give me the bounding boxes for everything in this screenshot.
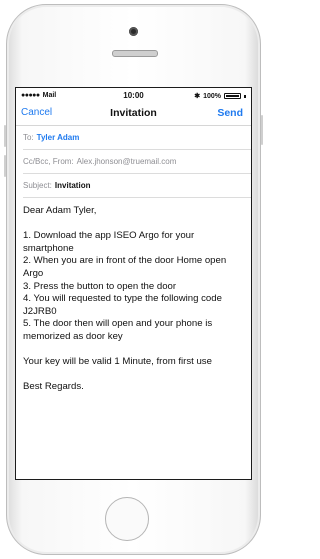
subject-field[interactable]: Subject: Invitation bbox=[23, 174, 251, 198]
page-title: Invitation bbox=[110, 107, 157, 119]
to-label: To: bbox=[23, 133, 34, 142]
step-4: 4. You will requested to type the follow… bbox=[23, 293, 222, 317]
volume-down-button bbox=[4, 155, 6, 177]
battery-icon bbox=[224, 93, 241, 99]
status-bar: ●●●●● Mail 10:00 ✱ 100% bbox=[16, 88, 251, 103]
home-button[interactable] bbox=[105, 497, 149, 541]
from-address: Alex.jhonson@truemail.com bbox=[76, 157, 177, 166]
step-2: 2. When you are in front of the door Hom… bbox=[23, 255, 227, 279]
message-body[interactable]: Dear Adam Tyler, 1. Download the app ISE… bbox=[16, 198, 251, 394]
validity-text: Your key will be valid 1 Minute, from fi… bbox=[23, 356, 212, 368]
power-button bbox=[261, 115, 263, 145]
earpiece-speaker bbox=[112, 50, 158, 57]
volume-up-button bbox=[4, 125, 6, 147]
signoff-text: Best Regards. bbox=[23, 381, 84, 393]
battery-percent: 100% bbox=[203, 92, 221, 100]
front-camera bbox=[129, 27, 138, 36]
subject-value[interactable]: Invitation bbox=[55, 181, 91, 190]
ccbcc-from-label: Cc/Bcc, From: bbox=[23, 157, 74, 166]
screen: ●●●●● Mail 10:00 ✱ 100% Cancel Invitatio… bbox=[15, 87, 252, 480]
to-recipient[interactable]: Tyler Adam bbox=[37, 133, 80, 142]
send-button[interactable]: Send bbox=[217, 107, 243, 119]
subject-label: Subject: bbox=[23, 181, 52, 190]
step-3: 3. Press the button to open the door bbox=[23, 280, 177, 292]
step-1: 1. Download the app ISEO Argo for your s… bbox=[23, 230, 195, 254]
bluetooth-icon: ✱ bbox=[194, 93, 201, 100]
navigation-bar: Cancel Invitation Send bbox=[16, 103, 251, 126]
battery-tip-icon bbox=[244, 94, 246, 98]
ccbcc-from-field[interactable]: Cc/Bcc, From: Alex.jhonson@truemail.com bbox=[23, 150, 251, 174]
greeting-text: Dear Adam Tyler, bbox=[23, 205, 97, 216]
step-5: 5. The door then will open and your phon… bbox=[23, 318, 213, 342]
status-right: ✱ 100% bbox=[194, 92, 246, 100]
to-field[interactable]: To: Tyler Adam bbox=[23, 126, 251, 150]
